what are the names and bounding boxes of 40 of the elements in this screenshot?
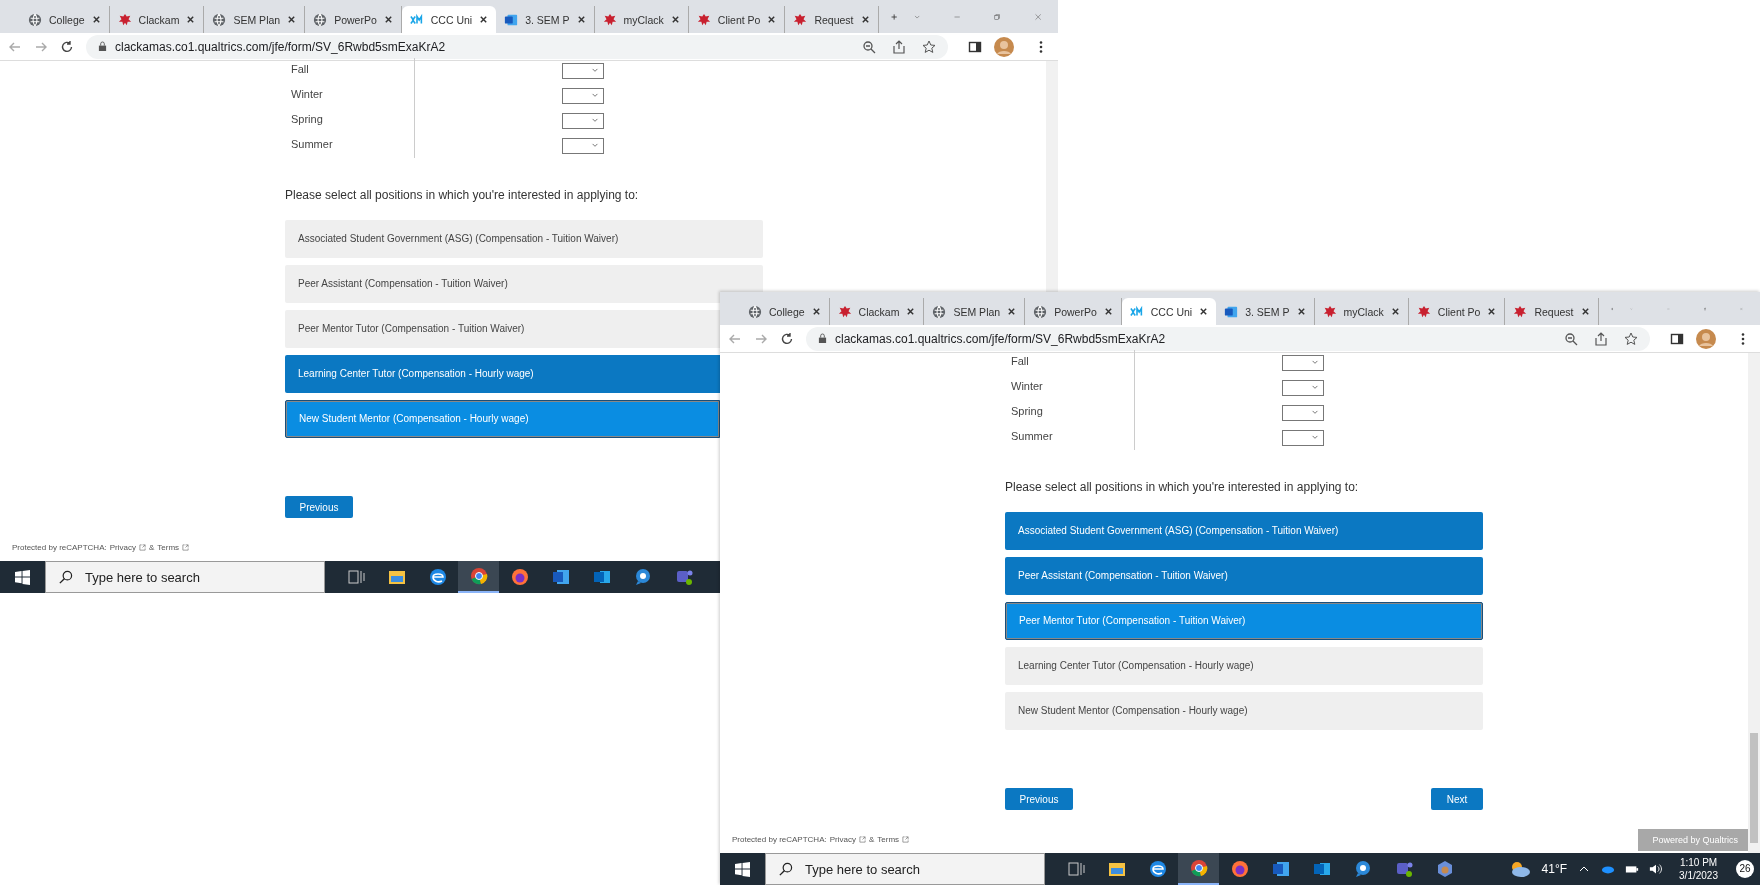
choice-option[interactable]: Associated Student Government (ASG) (Compensation - Tuition Waiver)	[285, 220, 763, 258]
privacy-link[interactable]: Privacy	[109, 542, 136, 552]
choice-option[interactable]: Peer Assistant (Compensation - Tuition Waiver)	[285, 265, 763, 303]
term-label: Summer	[285, 133, 415, 158]
choice-option[interactable]: Learning Center Tutor (Compensation - Hourly wage)	[1005, 647, 1483, 685]
term-label: Spring	[285, 108, 415, 133]
browser-tab[interactable]: CCC Uni	[401, 6, 497, 33]
choice-option[interactable]: Peer Mentor Tutor (Compensation - Tuition Waiver)	[1005, 602, 1483, 640]
recaptcha-text: Protected by reCAPTCHA:	[12, 542, 107, 552]
clock[interactable]: 1:10 PM 3/1/2023	[1679, 856, 1718, 882]
term-label: Summer	[1005, 425, 1135, 450]
choice-option[interactable]: New Student Mentor (Compensation - Hourly wage)	[285, 400, 720, 438]
next-button[interactable]: Next	[1431, 788, 1483, 810]
question-text: Please select all positions in which you're interested in applying to:	[285, 188, 640, 202]
term-label: Fall	[285, 58, 415, 83]
temperature-text: 41°F	[1541, 862, 1568, 876]
taskbar-search-field[interactable]: Type here to search	[765, 853, 1045, 885]
choice-option[interactable]: Associated Student Government (ASG) (Compensation - Tuition Waiver)	[1005, 512, 1483, 550]
terms-link[interactable]: Terms	[157, 542, 180, 552]
choice-option[interactable]: New Student Mentor (Compensation - Hourly wage)	[1005, 692, 1483, 730]
ampersand-text: &	[148, 542, 155, 552]
term-label: Spring	[1005, 400, 1135, 425]
term-label: Winter	[285, 83, 415, 108]
choice-option[interactable]: Peer Assistant (Compensation - Tuition Waiver)	[1005, 557, 1483, 595]
previous-button[interactable]: Previous	[1005, 788, 1073, 810]
privacy-link[interactable]: Privacy	[829, 834, 856, 844]
terms-link[interactable]: Terms	[877, 834, 900, 844]
choice-option[interactable]: Peer Mentor Tutor (Compensation - Tuition Waiver)	[285, 310, 720, 348]
ampersand-text: &	[868, 834, 875, 844]
previous-button[interactable]: Previous	[285, 496, 353, 518]
term-label: Winter	[1005, 375, 1135, 400]
taskbar-search-field[interactable]: Type here to search	[45, 561, 325, 593]
term-label: Fall	[1005, 350, 1135, 375]
choice-option[interactable]: Learning Center Tutor (Compensation - Hourly wage)	[285, 355, 720, 393]
question-text: Please select all positions in which you're interested in applying to:	[1005, 480, 1360, 494]
browser-tab[interactable]: CCC Uni	[1121, 298, 1217, 325]
address-field[interactable]: clackamas.co1.qualtrics.com/jfe/form/SV_6Rwbd5smExaKrA2	[806, 326, 1650, 351]
recaptcha-text: Protected by reCAPTCHA:	[732, 834, 827, 844]
notifications-button[interactable]: 26	[1736, 860, 1754, 878]
address-field[interactable]: clackamas.co1.qualtrics.com/jfe/form/SV_6Rwbd5smExaKrA2	[86, 34, 948, 59]
